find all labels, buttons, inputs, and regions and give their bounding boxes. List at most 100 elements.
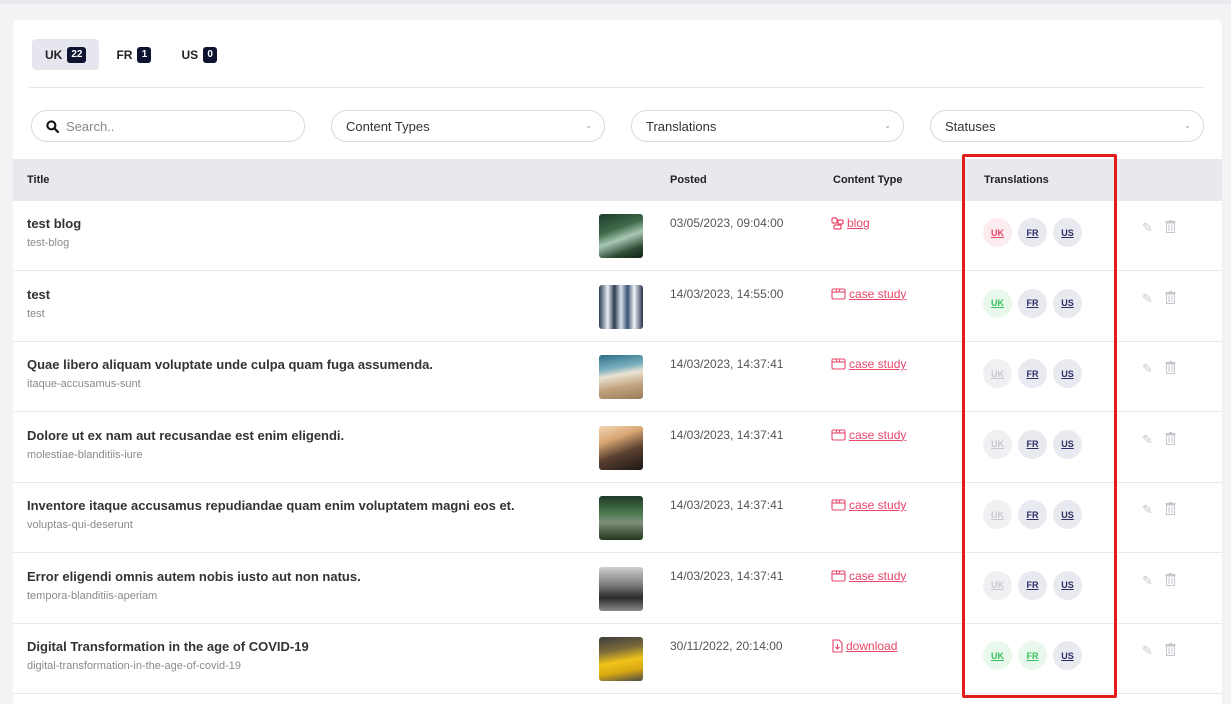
translation-badges: UK FR US: [983, 500, 1082, 529]
trash-icon[interactable]: [1165, 220, 1176, 236]
edit-pencil-icon[interactable]: ✎: [1142, 361, 1153, 377]
translation-badge-uk[interactable]: UK: [983, 570, 1012, 600]
translation-badges: UK FR US: [983, 288, 1082, 318]
table-row[interactable]: test test 14/03/2023, 14:55:00 case stud…: [13, 271, 1222, 342]
row-posted: 14/03/2023, 14:37:41: [670, 427, 784, 442]
row-content-type-label: case study: [849, 357, 907, 371]
row-content-type-link[interactable]: blog: [831, 216, 870, 230]
row-title[interactable]: Error eligendi omnis autem nobis iusto a…: [27, 569, 361, 584]
table-row[interactable]: test blog test-blog 03/05/2023, 09:04:00…: [13, 201, 1222, 271]
divider: [29, 87, 1204, 88]
row-content-type-link[interactable]: case study: [831, 498, 906, 512]
download-icon: [832, 639, 843, 653]
content-types-label: Content Types: [346, 118, 430, 134]
column-translations: Translations: [984, 174, 1049, 186]
row-title[interactable]: test blog: [27, 216, 81, 231]
translation-badge-us[interactable]: US: [1053, 288, 1082, 318]
row-content-type-link[interactable]: case study: [831, 428, 906, 442]
row-content-type-link[interactable]: case study: [831, 287, 906, 301]
trash-icon[interactable]: [1165, 502, 1176, 518]
edit-pencil-icon[interactable]: ✎: [1142, 502, 1153, 518]
translation-badge-uk[interactable]: UK: [983, 500, 1012, 529]
row-actions: ✎: [1142, 431, 1176, 448]
translation-badge-us[interactable]: US: [1053, 641, 1082, 670]
translation-badge-uk[interactable]: UK: [983, 429, 1012, 459]
row-title[interactable]: Digital Transformation in the age of COV…: [27, 639, 309, 654]
case-study-icon: [831, 569, 846, 582]
translation-badge-fr[interactable]: FR: [1018, 500, 1047, 529]
row-content-type-label: blog: [847, 216, 870, 230]
column-posted: Posted: [670, 174, 707, 186]
translation-badge-uk[interactable]: UK: [983, 359, 1012, 388]
translation-badges: UK FR US: [983, 570, 1082, 600]
row-posted: 14/03/2023, 14:37:41: [670, 498, 784, 512]
row-content-type-label: download: [846, 639, 898, 653]
row-actions: ✎: [1142, 361, 1176, 377]
trash-icon[interactable]: [1165, 643, 1176, 659]
row-actions: ✎: [1142, 572, 1176, 589]
content-types-select[interactable]: Content Types ⌄: [331, 110, 605, 142]
row-title[interactable]: test: [27, 287, 50, 302]
translation-badge-fr[interactable]: FR: [1018, 429, 1047, 459]
translation-badge-fr[interactable]: FR: [1018, 218, 1047, 247]
translation-badge-uk[interactable]: UK: [983, 288, 1012, 318]
edit-pencil-icon[interactable]: ✎: [1142, 220, 1153, 236]
translation-badge-fr[interactable]: FR: [1018, 288, 1047, 318]
row-content-type-link[interactable]: case study: [831, 569, 906, 583]
row-content-type-link[interactable]: download: [831, 639, 897, 653]
row-slug: molestiae-blanditiis-iure: [27, 448, 143, 461]
row-slug: test-blog: [27, 237, 70, 249]
edit-pencil-icon[interactable]: ✎: [1142, 573, 1153, 589]
edit-pencil-icon[interactable]: ✎: [1142, 432, 1153, 448]
row-posted: 03/05/2023, 09:04:00: [670, 216, 784, 230]
row-thumbnail: [599, 425, 643, 470]
tab-fr[interactable]: FR 1: [103, 39, 164, 70]
row-thumbnail: [599, 214, 643, 258]
translation-badge-fr[interactable]: FR: [1018, 359, 1047, 388]
search-placeholder: Search..: [66, 118, 115, 134]
row-title[interactable]: Dolore ut ex nam aut recusandae est enim…: [27, 428, 344, 443]
translation-badge-us[interactable]: US: [1053, 570, 1082, 600]
trash-icon[interactable]: [1165, 361, 1176, 377]
tab-uk[interactable]: UK 22: [32, 39, 100, 70]
row-slug: voluptas-qui-deserunt: [27, 519, 133, 531]
translation-badge-uk[interactable]: UK: [983, 641, 1012, 670]
translation-badge-fr[interactable]: FR: [1018, 641, 1047, 670]
trash-icon[interactable]: [1165, 572, 1176, 589]
row-actions: ✎: [1142, 290, 1176, 307]
tab-us[interactable]: US 0: [168, 39, 230, 70]
row-actions: ✎: [1142, 502, 1176, 518]
table-row[interactable]: Inventore itaque accusamus repudiandae q…: [13, 483, 1222, 553]
search-input[interactable]: Search..: [31, 110, 305, 142]
translation-badge-us[interactable]: US: [1053, 429, 1082, 459]
trash-icon[interactable]: [1165, 431, 1176, 448]
row-thumbnail: [599, 566, 643, 611]
translation-badge-uk[interactable]: UK: [983, 218, 1012, 247]
statuses-select[interactable]: Statuses ⌄: [930, 110, 1204, 142]
table-row[interactable]: Digital Transformation in the age of COV…: [13, 624, 1222, 694]
translation-badge-us[interactable]: US: [1053, 359, 1082, 388]
row-title[interactable]: Inventore itaque accusamus repudiandae q…: [27, 498, 515, 513]
table-row[interactable]: Dolore ut ex nam aut recusandae est enim…: [13, 412, 1222, 483]
tab-uk-label: UK: [45, 47, 63, 62]
table-row[interactable]: Error eligendi omnis autem nobis iusto a…: [13, 553, 1222, 624]
edit-pencil-icon[interactable]: ✎: [1142, 643, 1153, 659]
translation-badges: UK FR US: [983, 359, 1082, 388]
edit-pencil-icon[interactable]: ✎: [1142, 291, 1153, 307]
translations-select[interactable]: Translations ⌄: [631, 110, 904, 142]
filter-bar: Search.. Content Types ⌄ Translations ⌄ …: [13, 110, 1222, 142]
translation-badges: UK FR US: [983, 429, 1082, 459]
trash-icon[interactable]: [1165, 290, 1176, 307]
translations-label: Translations: [646, 118, 717, 134]
table-row[interactable]: Quae libero aliquam voluptate unde culpa…: [13, 342, 1222, 412]
tab-us-label: US: [181, 47, 199, 62]
chevron-down-icon: ⌄: [1184, 121, 1191, 130]
translation-badge-fr[interactable]: FR: [1018, 570, 1047, 600]
translation-badge-us[interactable]: US: [1053, 500, 1082, 529]
translation-badge-us[interactable]: US: [1053, 218, 1082, 247]
case-study-icon: [831, 287, 846, 300]
row-title[interactable]: Quae libero aliquam voluptate unde culpa…: [27, 357, 433, 372]
row-content-type-link[interactable]: case study: [831, 357, 906, 371]
row-slug: test: [27, 307, 45, 320]
row-thumbnail: [599, 284, 643, 329]
